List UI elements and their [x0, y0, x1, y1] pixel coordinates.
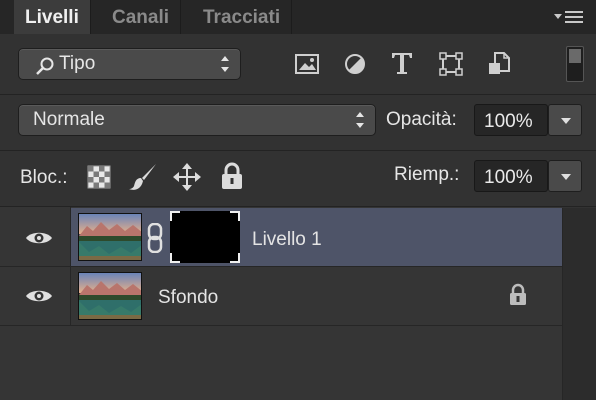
select-arrows-icon	[221, 56, 229, 72]
blend-mode-select[interactable]: Normale	[18, 104, 376, 136]
layers-scrollbar[interactable]	[562, 208, 596, 400]
opacity-dropdown-button[interactable]	[548, 104, 582, 136]
landscape-thumbnail-image	[79, 273, 141, 319]
lock-label: Bloc.:	[20, 167, 68, 188]
tab-livelli[interactable]: Livelli	[14, 0, 91, 34]
opacity-input[interactable]: 100%	[474, 104, 548, 136]
tab-tracciati[interactable]: Tracciati	[192, 0, 293, 34]
layer-thumbnail	[78, 213, 142, 261]
divider	[0, 325, 562, 326]
layer-name[interactable]: Sfondo	[158, 287, 218, 309]
lock-all-icon[interactable]	[220, 162, 244, 190]
chain-link-icon[interactable]	[147, 223, 163, 253]
chevron-down-icon	[561, 174, 571, 180]
layer-row-livello-1[interactable]: Livello 1	[0, 208, 562, 266]
panel-menu-icon[interactable]	[554, 9, 584, 25]
landscape-thumbnail-image	[79, 214, 141, 260]
mask-selection-corners	[170, 211, 240, 263]
image-filter-icon[interactable]	[294, 52, 320, 76]
fill-dropdown-button[interactable]	[548, 160, 582, 192]
adjustment-filter-icon[interactable]	[343, 52, 367, 76]
filter-toggle-knob	[569, 49, 581, 63]
search-icon	[36, 57, 54, 75]
eye-visibility-icon[interactable]	[25, 288, 53, 304]
blend-mode-value: Normale	[33, 109, 105, 130]
divider	[0, 150, 596, 151]
chevron-down-icon	[561, 118, 571, 124]
layer-thumbnail	[78, 272, 142, 320]
layer-mask-thumbnail[interactable]	[170, 211, 240, 263]
fill-label: Riemp.:	[394, 164, 460, 185]
shape-filter-icon[interactable]	[439, 52, 463, 76]
layer-name[interactable]: Livello 1	[252, 229, 322, 251]
layer-row-sfondo[interactable]: Sfondo	[0, 267, 562, 325]
tab-canali[interactable]: Canali	[101, 0, 182, 34]
lock-transparency-icon[interactable]	[87, 165, 111, 189]
layer-locked-icon	[510, 283, 526, 305]
layer-filter-select[interactable]: Tipo	[18, 48, 241, 80]
divider	[0, 94, 596, 95]
lock-position-move-icon[interactable]	[173, 163, 201, 191]
visibility-column-divider	[70, 267, 71, 325]
eye-visibility-icon[interactable]	[25, 230, 53, 246]
select-arrows-icon	[356, 112, 364, 128]
panel-tab-bar: Livelli Canali Tracciati	[0, 0, 596, 34]
filter-toggle-switch[interactable]	[566, 46, 584, 82]
opacity-label: Opacità:	[386, 109, 457, 130]
smart-object-filter-icon[interactable]	[487, 51, 511, 77]
fill-input[interactable]: 100%	[474, 160, 548, 192]
filter-type-label: Tipo	[59, 53, 96, 74]
type-filter-icon[interactable]	[390, 50, 414, 76]
lock-image-brush-icon[interactable]	[128, 162, 158, 192]
